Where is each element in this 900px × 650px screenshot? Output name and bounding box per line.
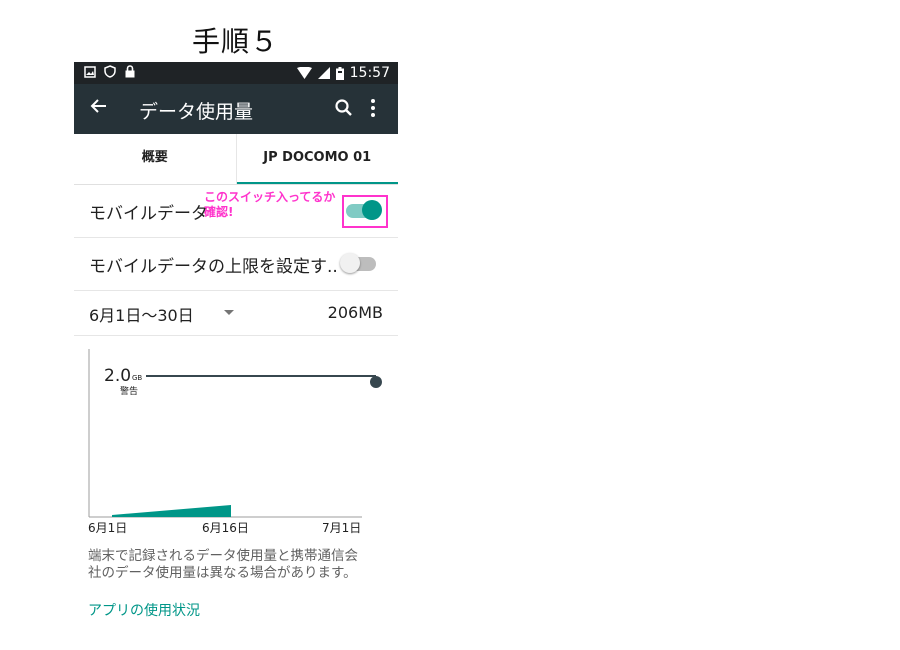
back-arrow-icon[interactable] [90, 96, 108, 120]
app-toolbar: データ使用量 [74, 84, 398, 134]
warning-handle[interactable] [370, 376, 382, 388]
usage-amount: 206MB [327, 303, 383, 322]
warning-label: 警告 [120, 385, 138, 397]
phone-screen: 15:57 データ使用量 概要 JP DOCOMO 01 モバイルデータ モバイ… [74, 62, 398, 640]
tab-jp-docomo[interactable]: JP DOCOMO 01 [236, 134, 398, 184]
wifi-icon [296, 67, 312, 79]
x-tick-label: 7月1日 [322, 521, 361, 535]
search-icon[interactable] [334, 98, 354, 122]
status-bar: 15:57 [74, 62, 398, 84]
annotation-note: このスイッチ入ってるか 確認! [204, 190, 335, 220]
lock-icon [125, 65, 135, 78]
annotation-line-2: 確認! [204, 205, 234, 219]
dropdown-caret-icon[interactable] [224, 310, 234, 315]
tab-bar: 概要 JP DOCOMO 01 [74, 134, 398, 185]
usage-disclaimer: 端末で記録されるデータ使用量と携帯通信会 社のデータ使用量は異なる場合があります… [88, 548, 358, 582]
step-title: 手順５ [192, 25, 280, 58]
data-limit-switch[interactable] [340, 253, 376, 273]
x-tick-label: 6月1日 [88, 521, 127, 535]
data-limit-row[interactable]: モバイルデータの上限を設定す.. [74, 238, 398, 291]
warning-value: 2.0 [104, 366, 131, 386]
disclaimer-line-1: 端末で記録されるデータ使用量と携帯通信会 [88, 548, 358, 564]
app-list-item[interactable] [94, 632, 384, 640]
app-usage-link[interactable]: アプリの使用状況 [88, 600, 200, 620]
toolbar-title: データ使用量 [139, 101, 254, 123]
cycle-range: 6月1日～30日 [89, 306, 194, 325]
annotation-line-1: このスイッチ入ってるか [204, 190, 336, 204]
warning-unit: GB [132, 374, 142, 382]
usage-cycle-row[interactable]: 6月1日～30日 206MB [74, 291, 398, 336]
data-limit-label: モバイルデータの上限を設定す.. [89, 257, 338, 277]
tab-overview[interactable]: 概要 [74, 134, 237, 184]
android-icon [94, 639, 384, 640]
switch-knob [340, 253, 360, 273]
status-time: 15:57 [349, 65, 390, 81]
battery-icon [335, 66, 344, 80]
image-icon [84, 65, 96, 78]
signal-icon [317, 67, 330, 79]
annotation-highlight-box [342, 195, 388, 228]
overflow-menu-icon[interactable] [370, 98, 376, 122]
disclaimer-line-2: 社のデータ使用量は異なる場合があります。 [88, 565, 357, 581]
usage-chart: 2.0 GB 警告 6月1日 6月16日 7月1日 [88, 349, 382, 535]
usage-area [112, 505, 231, 517]
x-tick-label: 6月16日 [202, 521, 249, 535]
shield-icon [104, 65, 116, 78]
mobile-data-label: モバイルデータ [89, 204, 208, 224]
